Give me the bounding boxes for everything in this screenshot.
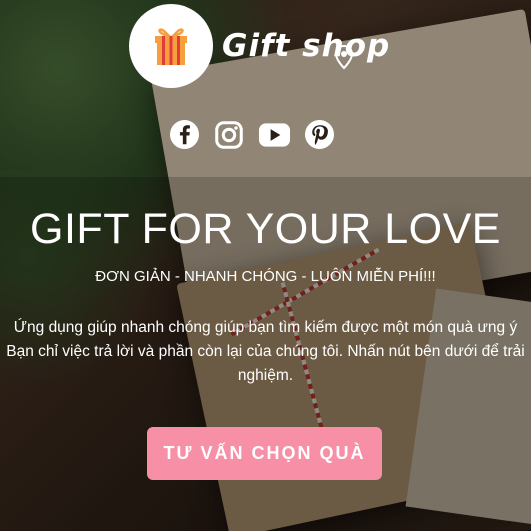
logo[interactable] <box>129 4 213 88</box>
logo-text: Gift shop <box>222 28 391 64</box>
hero-title: GIFT FOR YOUR LOVE <box>30 205 501 253</box>
description-line-2: Bạn chỉ việc trả lời và phần còn lại của… <box>6 343 525 384</box>
gift-box-icon <box>155 28 187 65</box>
gift-advice-button[interactable]: TƯ VẤN CHỌN QUÀ <box>147 427 382 480</box>
hero-subtitle: ĐƠN GIẢN - NHANH CHÓNG - LUÔN MIỄN PHÍ!!… <box>95 268 436 285</box>
facebook-icon[interactable] <box>168 118 201 151</box>
instagram-icon[interactable] <box>213 118 246 151</box>
pinterest-icon[interactable] <box>303 118 336 151</box>
description-line-1: Ứng dụng giúp nhanh chóng giúp bạn tìm k… <box>13 319 518 336</box>
hero-description: Ứng dụng giúp nhanh chóng giúp bạn tìm k… <box>0 316 531 388</box>
social-links <box>0 118 531 151</box>
location-pin-icon <box>334 44 354 70</box>
youtube-icon[interactable] <box>258 118 291 151</box>
